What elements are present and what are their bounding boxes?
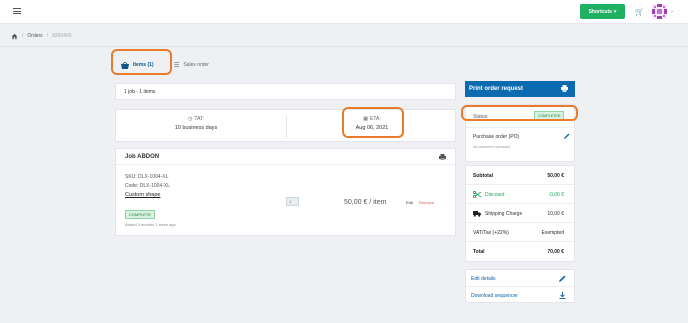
job-title: Job ABDON xyxy=(125,154,160,160)
job-sku: SKU: DLX-1004-XL xyxy=(125,174,169,180)
list-icon: ☰ xyxy=(174,62,180,69)
tax-value: Exempted xyxy=(541,230,564,236)
edit-item-link[interactable]: Edit xyxy=(406,200,413,205)
basket-icon xyxy=(121,61,129,69)
tat-block: ◷ TAT: 10 business days xyxy=(116,116,276,131)
download-sequencer-button[interactable]: Download sequencer xyxy=(466,287,574,304)
totals-panel: Subtotal 50,00 € Discount -0,00 € Shippi… xyxy=(465,165,575,262)
breadcrumb-order-id: 8200400 xyxy=(52,33,72,39)
printer-icon xyxy=(561,85,568,92)
shortcuts-button[interactable]: Shortcuts ▾ xyxy=(580,4,625,19)
breadcrumb-separator: / xyxy=(22,33,24,39)
tax-label: VAT/Tax (+22%) xyxy=(473,230,509,236)
download-icon xyxy=(559,292,566,299)
menu-icon[interactable] xyxy=(13,8,21,14)
shipping-value: 10,00 € xyxy=(547,211,564,217)
home-icon[interactable] xyxy=(11,33,18,40)
download-sequencer-label: Download sequencer xyxy=(471,293,518,299)
job-status-badge: COMPLETE xyxy=(125,210,156,219)
tab-items[interactable]: Items (1) xyxy=(121,58,154,72)
jobs-summary-text: 1 job - 1 items xyxy=(124,89,156,95)
chevron-down-icon[interactable]: ⌄ xyxy=(670,8,674,14)
subtotal-value: 50,00 € xyxy=(547,173,564,179)
breadcrumb-separator: / xyxy=(46,33,49,39)
divider xyxy=(286,115,287,138)
subtotal-label: Subtotal xyxy=(473,173,493,179)
eta-label: ETA: xyxy=(369,116,381,122)
po-subtext: No document uploaded xyxy=(473,145,511,149)
chevron-down-icon: ▾ xyxy=(613,8,617,15)
eta-value: Aug 06, 2021 xyxy=(355,125,389,131)
remove-item-link[interactable]: Remove xyxy=(419,200,434,205)
pencil-icon[interactable] xyxy=(564,133,570,139)
custom-shape-link[interactable]: Custom shape xyxy=(125,192,160,198)
shipping-label: Shipping Charge xyxy=(485,211,523,217)
tab-items-label: Items (1) xyxy=(133,62,154,68)
printer-icon[interactable] xyxy=(439,154,446,160)
total-value: 70,00 € xyxy=(547,249,564,255)
clock-icon: ◷ xyxy=(188,116,193,122)
quantity-field[interactable]: 1 xyxy=(286,197,299,206)
calendar-icon: ▦ xyxy=(363,116,368,122)
shortcuts-label: Shortcuts xyxy=(588,8,612,15)
discount-value: -0,00 € xyxy=(548,192,564,198)
tat-value: 10 business days xyxy=(174,125,218,131)
po-label: Purchase order (PO) xyxy=(473,134,520,140)
cart-icon[interactable]: 🛒 xyxy=(635,8,644,16)
print-order-request-button[interactable]: Print order request xyxy=(465,81,575,97)
discount-label: Discount xyxy=(485,192,505,198)
avatar[interactable] xyxy=(652,4,667,19)
tab-sales-order[interactable]: ☰ Sales order xyxy=(174,58,209,72)
tat-label: TAT: xyxy=(194,116,204,122)
scissors-icon xyxy=(473,191,481,198)
jobs-summary: 1 job - 1 items xyxy=(115,83,456,100)
truck-icon xyxy=(473,211,481,217)
totals-row-discount: Discount -0,00 € xyxy=(466,185,574,204)
job-added-time: Added 3 months 1 week ago xyxy=(125,222,176,227)
tab-sales-label: Sales order xyxy=(183,62,209,68)
totals-row-total: Total 70,00 € xyxy=(466,242,574,261)
order-status-panel: Status: COMPLETED Purchase order (PO) No… xyxy=(465,104,575,162)
eta-block: ▦ ETA: Aug 06, 2021 xyxy=(292,116,452,131)
breadcrumb-orders[interactable]: Orders xyxy=(27,33,42,39)
divider xyxy=(466,127,574,128)
top-bar: Shortcuts ▾ 🛒 ⌄ xyxy=(0,0,688,24)
job-header: Job ABDON xyxy=(116,149,455,165)
total-label: Total xyxy=(473,249,485,255)
edit-details-button[interactable]: Edit details xyxy=(466,270,574,287)
totals-row-shipping: Shipping Charge 10,00 € xyxy=(466,204,574,223)
edit-details-label: Edit details xyxy=(471,276,496,282)
status-badge: COMPLETED xyxy=(534,111,565,121)
tab-active-indicator xyxy=(118,73,163,74)
order-actions: Edit details Download sequencer xyxy=(465,269,575,303)
totals-row-subtotal: Subtotal 50,00 € xyxy=(466,166,574,185)
breadcrumb: / Orders / 8200400 xyxy=(11,31,72,41)
job-code: Code: DLX-1004-XL xyxy=(125,183,171,189)
job-price: 50,00 € / item xyxy=(344,199,387,206)
status-label: Status: xyxy=(473,114,489,120)
pencil-icon xyxy=(559,275,566,282)
turnaround-panel: ◷ TAT: 10 business days ▦ ETA: Aug 06, 2… xyxy=(115,109,456,142)
job-card: Job ABDON SKU: DLX-1004-XL Code: DLX-100… xyxy=(115,148,456,236)
totals-row-tax: VAT/Tax (+22%) Exempted xyxy=(466,223,574,242)
print-order-request-label: Print order request xyxy=(469,86,524,92)
divider xyxy=(0,46,688,47)
